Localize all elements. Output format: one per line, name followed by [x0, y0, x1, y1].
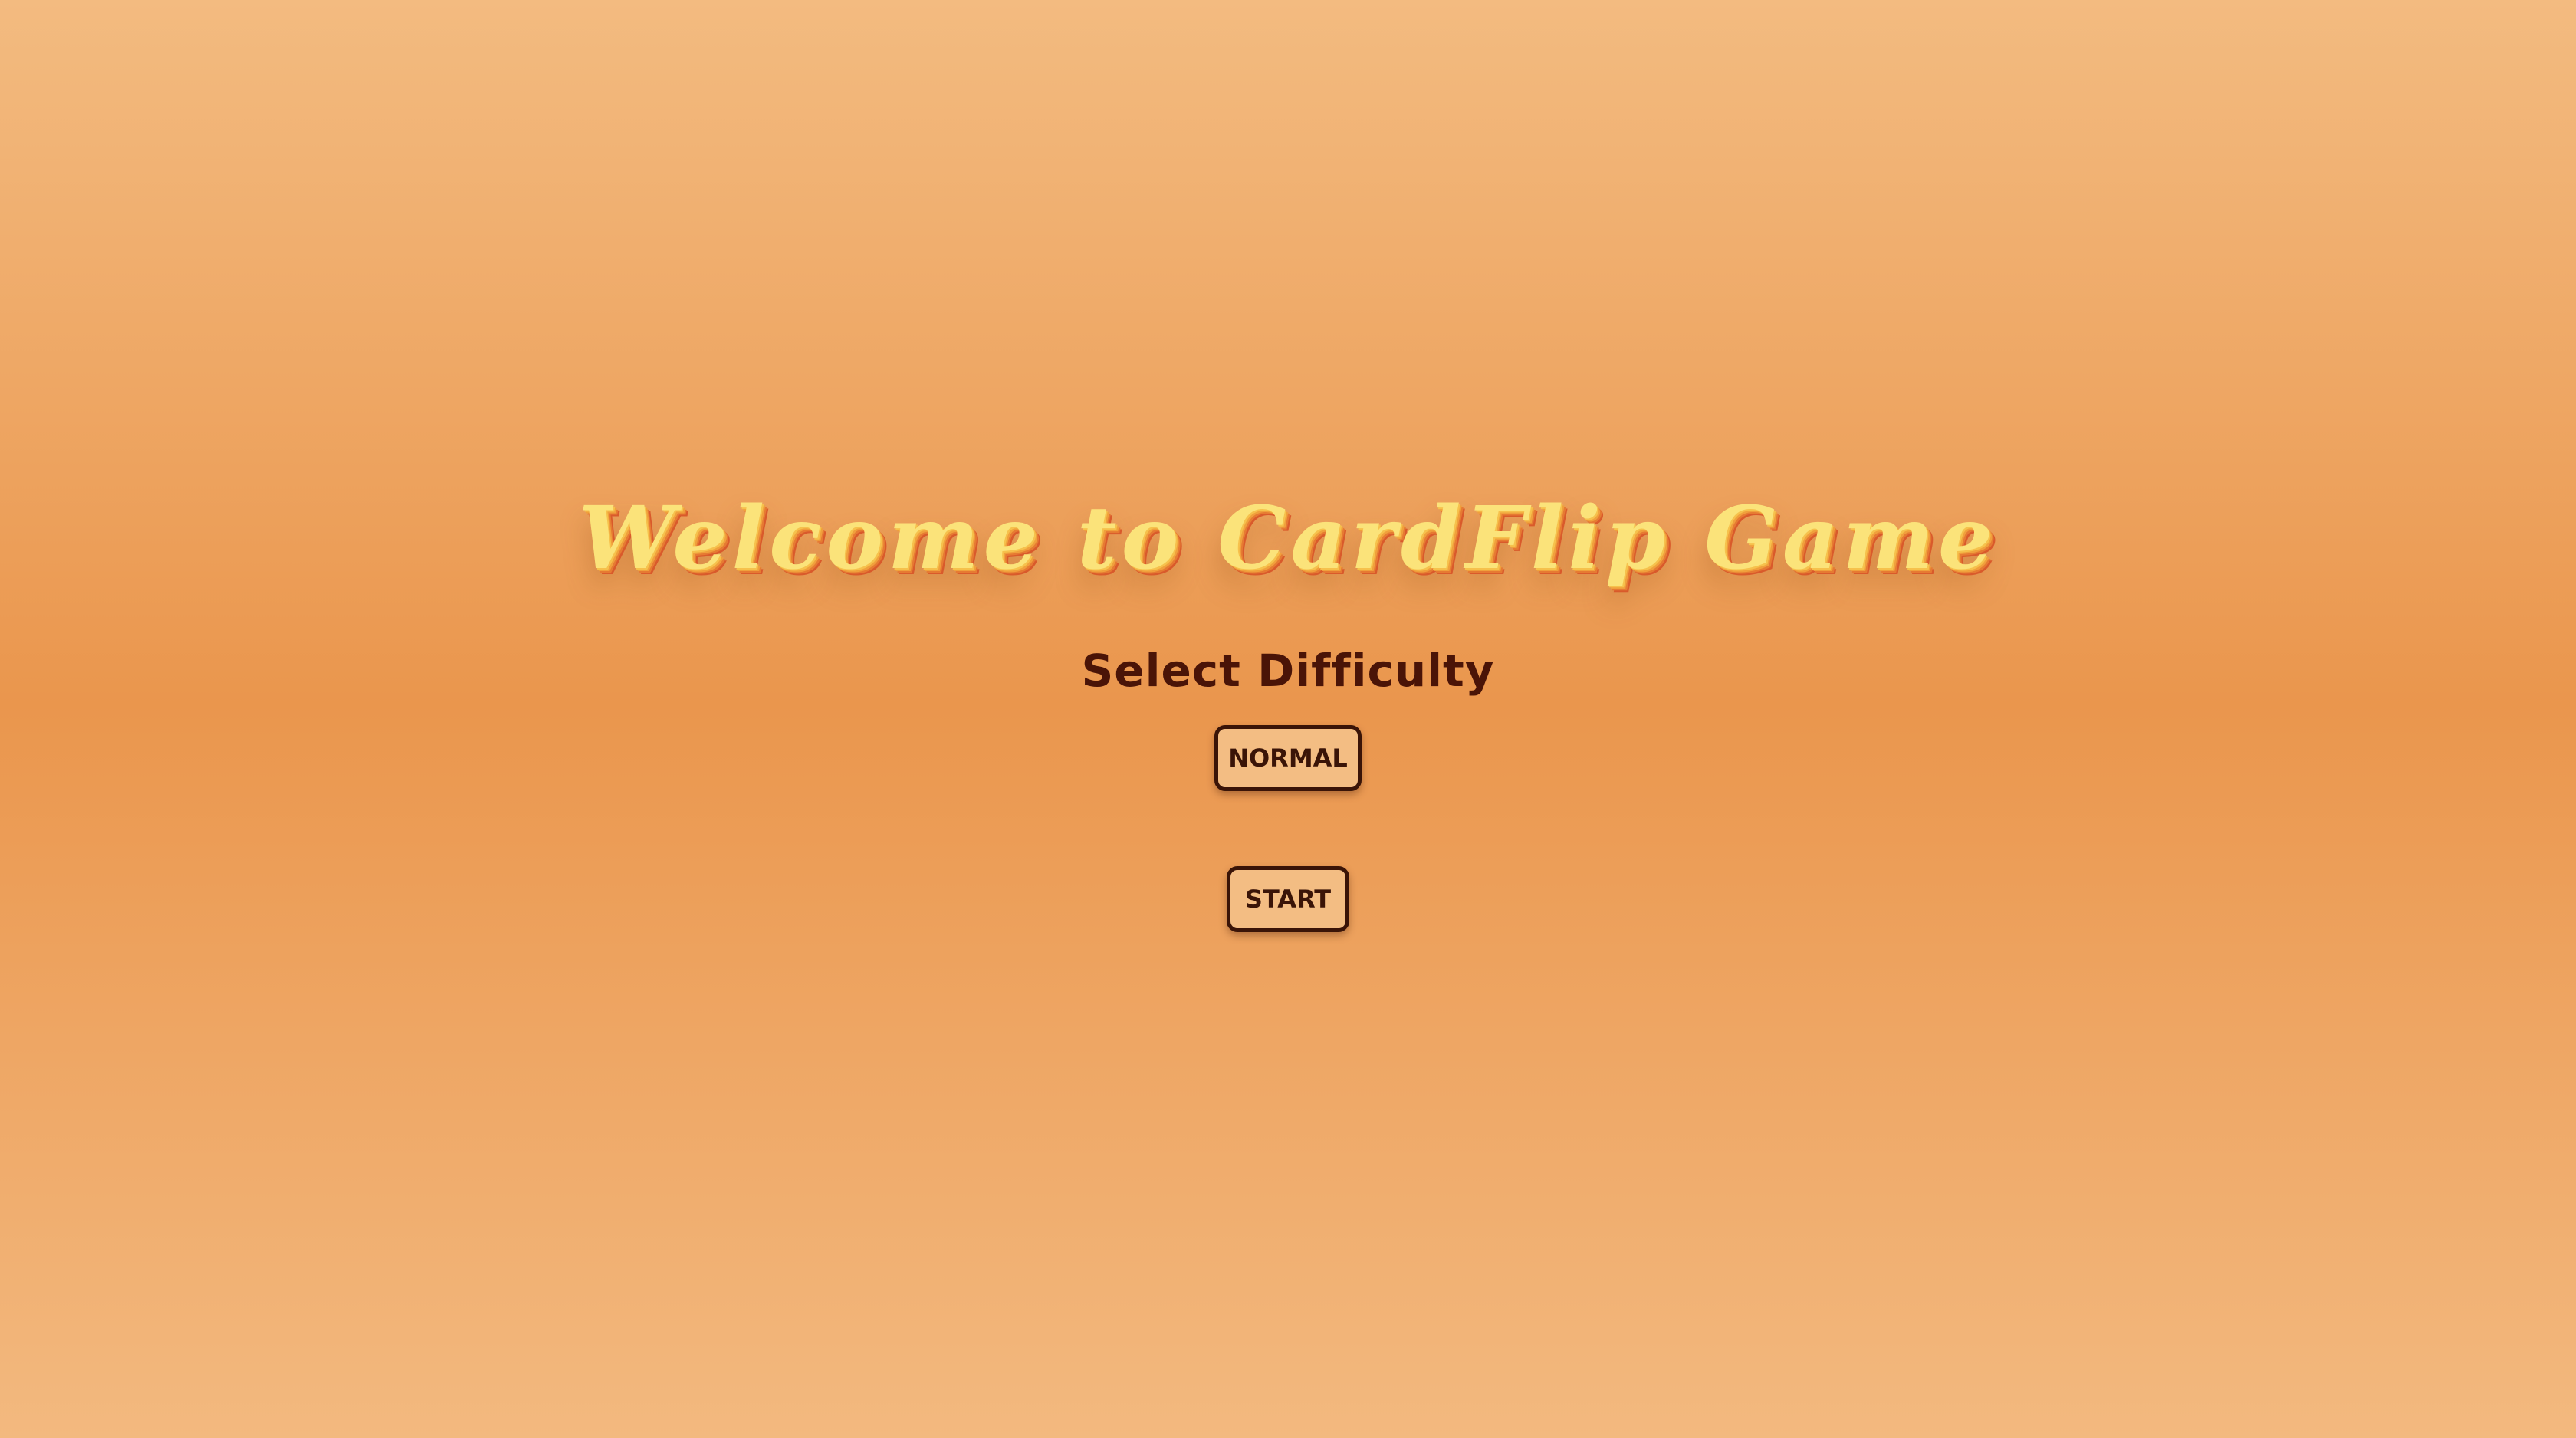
- difficulty-normal-button[interactable]: NORMAL: [1214, 725, 1362, 791]
- start-button[interactable]: START: [1227, 866, 1349, 932]
- difficulty-heading: Select Difficulty: [1081, 645, 1495, 697]
- start-screen: Welcome to CardFlip Game Select Difficul…: [0, 0, 2576, 1438]
- game-title: Welcome to CardFlip Game: [578, 488, 1998, 589]
